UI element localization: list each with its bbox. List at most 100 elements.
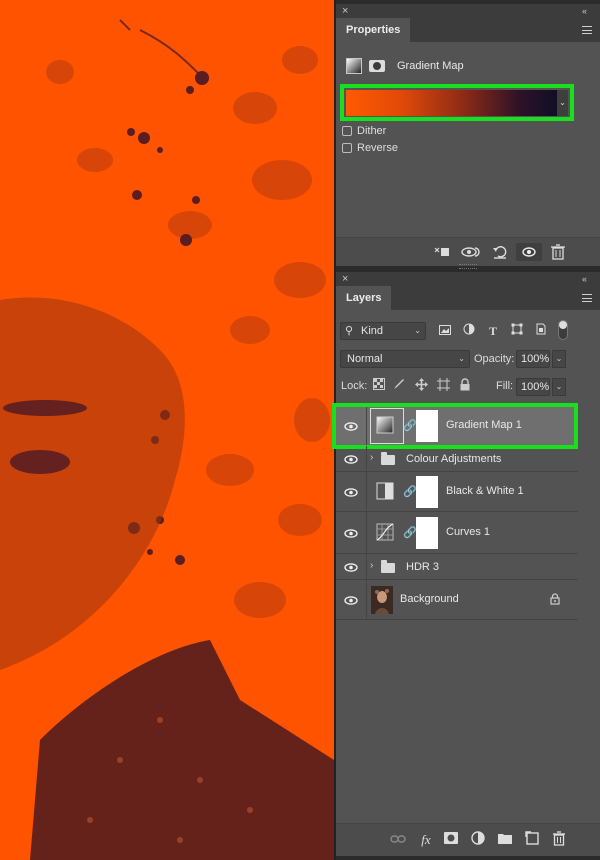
reverse-checkbox[interactable] (342, 143, 352, 153)
filter-smart-object-icon[interactable] (532, 322, 550, 340)
folder-icon (381, 560, 395, 573)
visibility-eye-icon[interactable] (336, 580, 366, 619)
lock-position-icon[interactable] (414, 378, 428, 392)
chevron-down-icon: ⌄ (414, 326, 421, 335)
layer-row-background[interactable]: Background (336, 580, 578, 620)
layers-panel: × ‹‹ Layers ⚲ Kind ⌄ T Normal ⌄ Opacity:… (332, 272, 600, 856)
lock-artboard-icon[interactable] (436, 378, 450, 392)
fill-dropdown-chevron-icon[interactable]: ⌄ (552, 378, 566, 396)
curves-icon (376, 523, 396, 543)
gradient-picker[interactable] (346, 90, 563, 116)
properties-collapse-button[interactable]: ‹‹ (582, 4, 587, 18)
folder-icon (381, 452, 395, 465)
lock-image-pixels-icon[interactable] (392, 378, 406, 392)
search-icon: ⚲ (345, 325, 354, 337)
layer-name[interactable]: Gradient Map 1 (446, 419, 522, 431)
properties-header-strip: × ‹‹ (336, 4, 600, 18)
delete-icon[interactable] (548, 243, 568, 261)
dither-option[interactable]: Dither (342, 125, 386, 137)
chevron-down-icon: ⌄ (458, 354, 465, 363)
background-thumbnail[interactable] (371, 586, 393, 614)
document-canvas[interactable] (0, 0, 334, 860)
gradient-highlight-box: ⌄ (340, 84, 574, 121)
properties-tabbar: Properties (336, 18, 600, 42)
tab-layers[interactable]: Layers (336, 286, 392, 310)
layer-row-curves-1[interactable]: 🔗 Curves 1 (336, 512, 578, 554)
blend-mode-value: Normal (347, 353, 383, 365)
opacity-label: Opacity: (474, 353, 515, 365)
filter-shape-icon[interactable] (508, 322, 526, 340)
layer-name[interactable]: HDR 3 (406, 561, 439, 573)
black-white-icon (376, 482, 396, 502)
layer-mask-thumbnail[interactable] (416, 517, 438, 549)
properties-title: Gradient Map (397, 60, 464, 72)
layer-row-gradient-map-1[interactable]: 🔗 Gradient Map 1 (332, 403, 578, 449)
delete-layer-icon[interactable] (550, 831, 568, 849)
panel-resize-grip[interactable] (459, 264, 477, 269)
view-previous-state-icon[interactable] (460, 243, 482, 261)
layer-name[interactable]: Black & White 1 (446, 485, 524, 497)
filter-kind-label: Kind (361, 325, 384, 337)
lock-all-icon[interactable] (458, 378, 472, 392)
opacity-dropdown-chevron-icon[interactable]: ⌄ (552, 350, 566, 368)
reverse-option[interactable]: Reverse (342, 142, 398, 154)
visibility-eye-icon[interactable] (336, 406, 366, 445)
visibility-eye-icon[interactable] (336, 554, 366, 579)
properties-heading: Gradient Map (346, 56, 464, 76)
gradient-map-icon[interactable] (346, 58, 362, 74)
adjustment-layer-icon[interactable] (469, 831, 487, 849)
visibility-eye-icon[interactable] (336, 472, 366, 511)
layers-header-strip: × ‹‹ (336, 272, 600, 286)
lock-icon (550, 593, 560, 608)
properties-panel: × ‹‹ Properties Gradient Map ⌄ Dither Re… (336, 4, 600, 269)
visibility-eye-icon[interactable] (516, 243, 542, 261)
link-layers-icon[interactable] (389, 831, 407, 849)
layer-name[interactable]: Background (400, 593, 459, 605)
visibility-eye-icon[interactable] (336, 512, 366, 553)
fx-icon[interactable]: fx (417, 831, 435, 849)
properties-menu-icon[interactable] (582, 26, 592, 34)
layers-collapse-button[interactable]: ‹‹ (582, 272, 587, 286)
reset-icon[interactable] (490, 243, 510, 261)
blend-mode-select[interactable]: Normal ⌄ (340, 350, 470, 368)
layer-mask-thumbnail[interactable] (416, 476, 438, 508)
chain-link-icon[interactable]: 🔗 (403, 526, 417, 539)
fill-label: Fill: (496, 380, 514, 392)
layer-row-black-white-1[interactable]: 🔗 Black & White 1 (336, 472, 578, 512)
dither-checkbox[interactable] (342, 126, 352, 136)
layer-name[interactable]: Curves 1 (446, 526, 490, 538)
expand-chevron-icon[interactable]: › (370, 560, 373, 571)
layer-row-hdr-3[interactable]: › HDR 3 (336, 554, 578, 580)
new-layer-icon[interactable] (523, 831, 541, 849)
layer-mask-thumbnail[interactable] (416, 410, 438, 442)
layers-menu-icon[interactable] (582, 294, 592, 302)
chevron-down-icon[interactable]: ⌄ (557, 90, 568, 116)
filter-adjustment-icon[interactable] (460, 322, 478, 340)
filter-toggle[interactable] (558, 320, 568, 340)
tab-properties[interactable]: Properties (336, 18, 411, 42)
layers-tabbar: Layers (336, 286, 600, 310)
opacity-field[interactable]: 100% (516, 350, 550, 368)
filter-kind-select[interactable]: ⚲ Kind ⌄ (340, 322, 426, 340)
gradient-map-icon (376, 416, 396, 436)
visibility-eye-icon[interactable] (336, 446, 366, 471)
properties-bottom-bar (336, 237, 600, 269)
reverse-label: Reverse (357, 142, 398, 154)
filter-pixel-icon[interactable] (436, 322, 454, 340)
new-group-icon[interactable] (496, 831, 514, 849)
chain-link-icon[interactable]: 🔗 (403, 419, 417, 432)
add-mask-icon[interactable] (442, 831, 460, 849)
layer-name[interactable]: Colour Adjustments (406, 453, 501, 465)
lock-label: Lock: (341, 380, 368, 392)
chain-link-icon[interactable]: 🔗 (403, 485, 417, 498)
clip-to-layer-icon[interactable] (432, 243, 452, 261)
layers-bottom-bar: fx (336, 823, 600, 856)
layer-row-colour-adjustments[interactable]: › Colour Adjustments (336, 446, 578, 472)
properties-close-button[interactable]: × (342, 4, 348, 18)
expand-chevron-icon[interactable]: › (370, 452, 373, 463)
layers-close-button[interactable]: × (342, 272, 348, 286)
fill-field[interactable]: 100% (516, 378, 550, 396)
lock-transparent-pixels-icon[interactable] (372, 378, 386, 392)
layer-mask-icon[interactable] (369, 60, 385, 72)
filter-type-icon[interactable]: T (484, 322, 502, 340)
